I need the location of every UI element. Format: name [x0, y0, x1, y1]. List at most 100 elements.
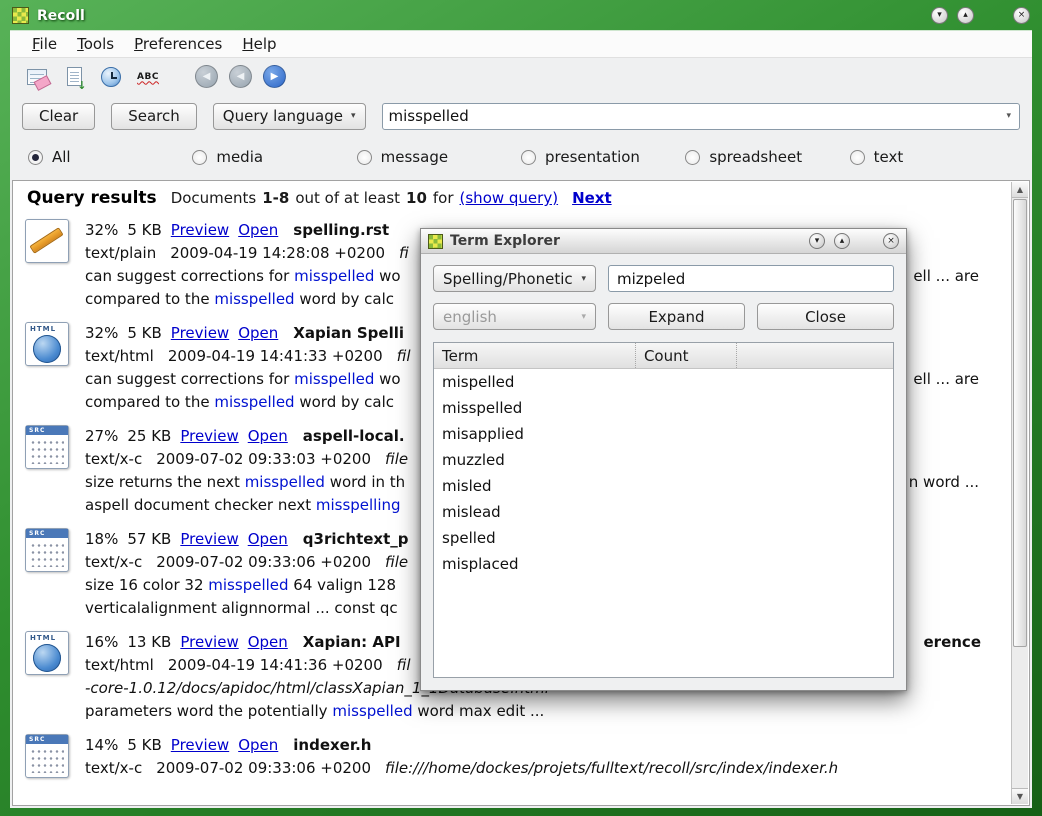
dialog-titlebar[interactable]: Term Explorer ▾ ▴ ×	[421, 229, 906, 254]
menu-preferences[interactable]: Preferences	[124, 32, 232, 56]
dialog-shade-button[interactable]: ▾	[809, 233, 825, 249]
filter-all[interactable]: All	[28, 148, 192, 166]
shade-button[interactable]: ▾	[931, 7, 948, 24]
radio-icon	[28, 150, 43, 165]
term-row[interactable]: misled	[434, 473, 893, 499]
term-row[interactable]: misplaced	[434, 551, 893, 577]
globe-icon	[33, 644, 61, 672]
preview-link[interactable]: Preview	[171, 734, 229, 757]
dialog-close-icon[interactable]: ×	[883, 233, 899, 249]
scroll-down-icon[interactable]: ▼	[1012, 788, 1028, 804]
titlebar[interactable]: Recoll ▾ ▴ ×	[12, 3, 1030, 28]
search-input[interactable]	[389, 107, 1003, 125]
highlighted-term: misspelled	[245, 473, 325, 491]
highlighted-term: misspelled	[294, 370, 374, 388]
clock-icon	[101, 67, 121, 87]
menu-file[interactable]: File	[22, 32, 67, 56]
document-tool-icon[interactable]	[61, 64, 87, 90]
term-row[interactable]: muzzled	[434, 447, 893, 473]
filter-presentation[interactable]: presentation	[521, 148, 685, 166]
src-file-icon: HTML SRC	[25, 425, 69, 469]
query-combobox[interactable]: ▾	[382, 103, 1020, 130]
result-date: 2009-07-02 09:33:06 +0200	[156, 551, 371, 574]
term-cell: misled	[434, 477, 636, 495]
snippet-right-fragment: ell ... are	[913, 368, 1007, 391]
result-url: fi	[399, 242, 409, 265]
next-page-icon[interactable]: ▶	[263, 65, 286, 88]
filter-message[interactable]: message	[357, 148, 521, 166]
results-count: 10	[406, 189, 427, 207]
menu-tools[interactable]: Tools	[67, 32, 124, 56]
clear-search-icon[interactable]	[24, 64, 50, 90]
menu-help[interactable]: Help	[232, 32, 286, 56]
src-file-icon: HTML SRC	[25, 528, 69, 572]
term-row[interactable]: spelled	[434, 525, 893, 551]
open-link[interactable]: Open	[238, 734, 278, 757]
preview-link[interactable]: Preview	[171, 322, 229, 345]
scrollbar-thumb[interactable]	[1013, 199, 1027, 647]
search-button[interactable]: Search	[111, 103, 197, 130]
radio-icon	[521, 150, 536, 165]
language-dropdown: english ▾	[433, 303, 596, 330]
next-page-link[interactable]: Next	[572, 189, 612, 207]
result-mimetype: text/x-c	[85, 551, 142, 574]
result-size: 5 KB	[127, 219, 161, 242]
result-size: 5 KB	[127, 322, 161, 345]
preview-link[interactable]: Preview	[180, 528, 238, 551]
recoll-app-icon	[12, 7, 29, 24]
preview-link[interactable]: Preview	[171, 219, 229, 242]
result-title: indexer.h	[293, 734, 371, 757]
open-link[interactable]: Open	[248, 528, 288, 551]
query-language-dropdown[interactable]: Query language ▾	[213, 103, 366, 130]
clear-button[interactable]: Clear	[22, 103, 95, 130]
filter-text[interactable]: text	[850, 148, 1014, 166]
result-mimetype: text/html	[85, 654, 154, 677]
result-mimetype: text/html	[85, 345, 154, 368]
result-headline: 14% 5 KB Preview Open indexer.h	[85, 734, 1007, 757]
result-date: 2009-07-02 09:33:06 +0200	[156, 757, 371, 780]
scroll-up-icon[interactable]: ▲	[1012, 182, 1028, 198]
result-size: 13 KB	[127, 631, 171, 654]
result-relevance: 32%	[85, 219, 118, 242]
maximize-button[interactable]: ▴	[957, 7, 974, 24]
term-row[interactable]: misspelled	[434, 395, 893, 421]
source-label: SRC	[26, 735, 68, 744]
header-filler	[737, 343, 893, 368]
results-scrollbar[interactable]: ▲ ▼	[1011, 182, 1028, 804]
chevron-down-icon: ▾	[581, 274, 586, 284]
close-dialog-button[interactable]: Close	[757, 303, 894, 330]
filter-media[interactable]: media	[192, 148, 356, 166]
term-row[interactable]: mispelled	[434, 369, 893, 395]
term-input[interactable]	[608, 265, 894, 292]
show-query-link[interactable]: (show query)	[460, 189, 559, 207]
open-link[interactable]: Open	[248, 631, 288, 654]
open-link[interactable]: Open	[238, 322, 278, 345]
spellcheck-icon[interactable]: ABC	[135, 64, 161, 90]
result-date: 2009-04-19 14:28:08 +0200	[170, 242, 385, 265]
term-row[interactable]: misapplied	[434, 421, 893, 447]
open-link[interactable]: Open	[238, 219, 278, 242]
radio-icon	[685, 150, 700, 165]
result-title: spelling.rst	[293, 219, 389, 242]
close-icon[interactable]: ×	[1013, 7, 1030, 24]
dialog-controls: ▾ ▴ ×	[809, 233, 899, 249]
result-title: q3richtext_p	[303, 528, 409, 551]
preview-link[interactable]: Preview	[180, 631, 238, 654]
preview-link[interactable]: Preview	[180, 425, 238, 448]
expansion-mode-dropdown[interactable]: Spelling/Phonetic ▾	[433, 265, 596, 292]
term-column-header[interactable]: Term	[434, 343, 636, 368]
highlighted-term: misspelled	[332, 702, 412, 720]
open-link[interactable]: Open	[248, 425, 288, 448]
html-file-icon: HTML SRC	[25, 322, 69, 366]
chevron-down-icon[interactable]: ▾	[1002, 111, 1015, 121]
dialog-maximize-button[interactable]: ▴	[834, 233, 850, 249]
expand-button[interactable]: Expand	[608, 303, 745, 330]
term-row[interactable]: mislead	[434, 499, 893, 525]
result-relevance: 27%	[85, 425, 118, 448]
highlighted-term: misspelled	[294, 267, 374, 285]
term-cell: misspelled	[434, 399, 636, 417]
filter-spreadsheet[interactable]: spreadsheet	[685, 148, 849, 166]
count-column-header[interactable]: Count	[636, 343, 737, 368]
history-icon[interactable]	[98, 64, 124, 90]
result-relevance: 14%	[85, 734, 118, 757]
